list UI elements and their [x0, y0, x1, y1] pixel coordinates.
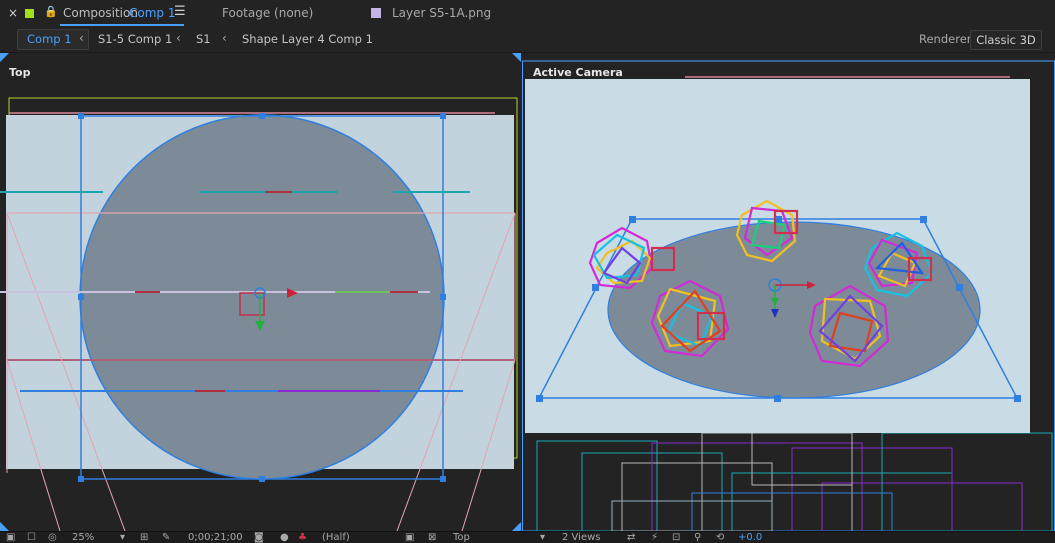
- reset-exposure-icon[interactable]: ⟲: [716, 532, 724, 543]
- layer-tab[interactable]: Layer S5-1A.png: [392, 6, 491, 20]
- renderer-button[interactable]: Classic 3D: [970, 30, 1042, 50]
- fast-previews-icon[interactable]: ⚡: [651, 532, 658, 543]
- view-dropdown[interactable]: Top: [453, 532, 470, 543]
- footage-tab[interactable]: Footage (none): [222, 6, 313, 20]
- comp-flowchart-icon[interactable]: ⚲: [694, 532, 701, 543]
- view-label-active-camera: Active Camera: [533, 66, 623, 79]
- renderer-label: Renderer:: [919, 32, 976, 46]
- camera-view-canvas[interactable]: [522, 53, 1055, 531]
- safe-zones-icon[interactable]: ⊞: [140, 532, 148, 543]
- camera-snapshot-icon[interactable]: ◙: [254, 532, 264, 543]
- show-snapshot-icon[interactable]: ●: [280, 532, 289, 543]
- zoom-dropdown[interactable]: 25%: [72, 532, 94, 543]
- chevron-left-icon: ‹: [222, 31, 227, 45]
- region-of-interest-icon[interactable]: ▣: [405, 532, 414, 543]
- top-view-canvas[interactable]: [0, 53, 521, 531]
- channel-icon[interactable]: ♣: [298, 532, 307, 543]
- grid-toggle-icon[interactable]: ▣: [6, 532, 15, 543]
- viewer-active-camera[interactable]: Active Camera: [522, 53, 1055, 531]
- lock-icon[interactable]: 🔒: [44, 5, 58, 18]
- toggle-pixel-aspect-icon[interactable]: ⇄: [627, 532, 635, 543]
- breadcrumb-item-s1-5-comp-1[interactable]: S1-5 Comp 1: [98, 32, 172, 46]
- viewer-top[interactable]: Top: [0, 53, 521, 531]
- breadcrumb-item-comp-1[interactable]: Comp 1: [27, 32, 72, 46]
- breadcrumb-item-s1[interactable]: S1: [196, 32, 211, 46]
- exposure-value[interactable]: +0.0: [738, 532, 762, 543]
- panel-tab-bar: × 🔒 Composition Comp 1 ☰ Footage (none) …: [0, 0, 1055, 28]
- transparency-grid-icon[interactable]: ⊠: [428, 532, 436, 543]
- resolution-dropdown[interactable]: (Half): [322, 532, 350, 543]
- chevron-down-icon[interactable]: ▾: [120, 532, 125, 543]
- layer-color-swatch: [371, 8, 381, 18]
- breadcrumb-item-shape-layer-4-comp-1[interactable]: Shape Layer 4 Comp 1: [242, 32, 373, 46]
- active-tab-indicator: [60, 24, 184, 26]
- breadcrumb: Comp 1 ‹ S1-5 Comp 1 ‹ S1 ‹ Shape Layer …: [0, 28, 1055, 53]
- viewer-status-bar: ▣ ☐ ◎ 25% ▾ ⊞ ✎ 0;00;21;00 ◙ ● ♣ (Half) …: [0, 531, 1055, 543]
- mask-visibility-icon[interactable]: ◎: [48, 532, 57, 543]
- chevron-left-icon: ‹: [79, 31, 84, 45]
- panel-menu-icon[interactable]: ☰: [174, 4, 186, 19]
- chevron-left-icon: ‹: [176, 31, 181, 45]
- timeline-icon[interactable]: ⊡: [672, 532, 680, 543]
- timecode-display[interactable]: 0;00;21;00: [188, 532, 243, 543]
- comp-color-swatch: [25, 9, 34, 18]
- close-tab-icon[interactable]: ×: [8, 6, 18, 20]
- monitor-icon[interactable]: ☐: [27, 532, 36, 543]
- composition-tab-name[interactable]: Comp 1: [129, 6, 175, 20]
- composition-tab-prefix[interactable]: Composition: [63, 6, 138, 20]
- chevron-down-icon[interactable]: ▾: [540, 532, 545, 543]
- pen-icon[interactable]: ✎: [162, 532, 170, 543]
- views-layout-dropdown[interactable]: 2 Views: [562, 532, 600, 543]
